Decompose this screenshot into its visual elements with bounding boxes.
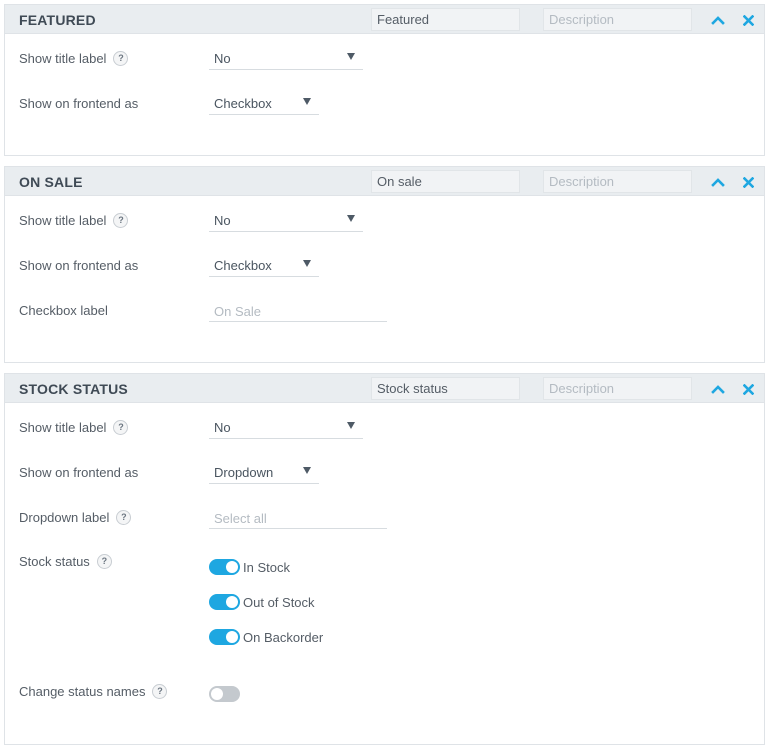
dropdown-label-row-label: Dropdown label ? (19, 510, 132, 525)
show-title-label-text: Show title label (19, 213, 107, 228)
caret-down-icon (303, 98, 311, 105)
question-icon[interactable]: ? (113, 213, 129, 228)
show-on-frontend-row-label: Show on frontend as (19, 258, 138, 273)
stock-status-row-label: Stock status ? (19, 554, 112, 569)
status-toggle-on-backorder[interactable]: On Backorder (209, 629, 323, 645)
question-icon[interactable]: ? (113, 51, 129, 66)
show-title-label-select[interactable]: No (209, 418, 363, 439)
caret-down-icon (303, 467, 311, 474)
checkbox-label-row-label: Checkbox label (19, 303, 108, 318)
toggle-label: On Backorder (243, 629, 324, 645)
show-on-frontend-row-label: Show on frontend as (19, 465, 138, 480)
stock-status-panel-header: STOCK STATUS (5, 374, 764, 403)
show-title-label-select[interactable]: No (209, 49, 363, 70)
on-sale-panel: ON SALE Show title label ? No Show on fr… (4, 166, 765, 363)
toggle-label: Out of Stock (243, 594, 315, 610)
filter-description-input[interactable] (543, 377, 692, 400)
change-status-names-row-label: Change status names ? (19, 684, 168, 699)
checkbox-label-text: Checkbox label (19, 303, 108, 318)
show-title-label-text: Show title label (19, 51, 107, 66)
toggle-knob (226, 561, 238, 573)
featured-panel-header: FEATURED (5, 5, 764, 34)
panel-title: FEATURED (19, 12, 96, 28)
show-title-label-row-label: Show title label ? (19, 51, 129, 66)
show-on-frontend-select[interactable]: Checkbox (209, 94, 319, 115)
toggle-label: In Stock (243, 559, 290, 575)
on-sale-panel-header: ON SALE (5, 167, 764, 196)
question-icon[interactable]: ? (116, 510, 132, 525)
show-on-frontend-text: Show on frontend as (19, 258, 139, 273)
caret-down-icon (347, 215, 355, 222)
select-value: Checkbox (214, 96, 272, 111)
caret-down-icon (303, 260, 311, 267)
close-icon[interactable] (738, 379, 758, 399)
select-value: Checkbox (214, 258, 272, 273)
chevron-up-icon[interactable] (708, 172, 728, 192)
show-title-label-row-label: Show title label ? (19, 420, 129, 435)
filter-name-input[interactable] (371, 377, 520, 400)
panel-title: STOCK STATUS (19, 381, 128, 397)
close-icon[interactable] (738, 172, 758, 192)
show-on-frontend-text: Show on frontend as (19, 465, 139, 480)
filter-description-input[interactable] (543, 170, 692, 193)
toggle-knob (226, 596, 238, 608)
panel-title: ON SALE (19, 174, 83, 190)
caret-down-icon (347, 422, 355, 429)
question-icon[interactable]: ? (152, 684, 168, 699)
select-value: No (214, 213, 231, 228)
toggle-switch[interactable] (209, 594, 240, 610)
status-toggle-out-of-stock[interactable]: Out of Stock (209, 594, 315, 610)
show-title-label-text: Show title label (19, 420, 107, 435)
close-icon[interactable] (738, 10, 758, 30)
select-value: Dropdown (214, 465, 274, 480)
chevron-up-icon[interactable] (708, 379, 728, 399)
filter-name-input[interactable] (371, 8, 520, 31)
filter-name-input[interactable] (371, 170, 520, 193)
show-on-frontend-row-label: Show on frontend as (19, 96, 138, 111)
show-title-label-select[interactable]: No (209, 211, 363, 232)
question-icon[interactable]: ? (113, 420, 129, 435)
show-on-frontend-select[interactable]: Dropdown (209, 463, 319, 484)
status-toggle-in-stock[interactable]: In Stock (209, 559, 290, 575)
dropdown-label-text: Dropdown label (19, 510, 110, 525)
stock-status-panel: STOCK STATUS Show title label ? No Show … (4, 373, 765, 745)
toggle-switch[interactable] (209, 559, 240, 575)
select-value: No (214, 420, 231, 435)
change-status-names-text: Change status names (19, 684, 146, 699)
dropdown-label-input[interactable] (209, 508, 387, 529)
caret-down-icon (347, 53, 355, 60)
stock-status-text: Stock status (19, 554, 90, 569)
toggle-knob (226, 631, 238, 643)
show-on-frontend-text: Show on frontend as (19, 96, 139, 111)
checkbox-label-input[interactable] (209, 301, 387, 322)
featured-panel: FEATURED Show title label ? No Show on f… (4, 4, 765, 156)
filter-description-input[interactable] (543, 8, 692, 31)
show-title-label-row-label: Show title label ? (19, 213, 129, 228)
show-on-frontend-select[interactable]: Checkbox (209, 256, 319, 277)
toggle-switch[interactable] (209, 686, 240, 702)
toggle-knob (211, 688, 223, 700)
select-value: No (214, 51, 231, 66)
toggle-switch[interactable] (209, 629, 240, 645)
change-status-names-toggle[interactable] (209, 686, 240, 702)
question-icon[interactable]: ? (96, 554, 112, 569)
chevron-up-icon[interactable] (708, 10, 728, 30)
